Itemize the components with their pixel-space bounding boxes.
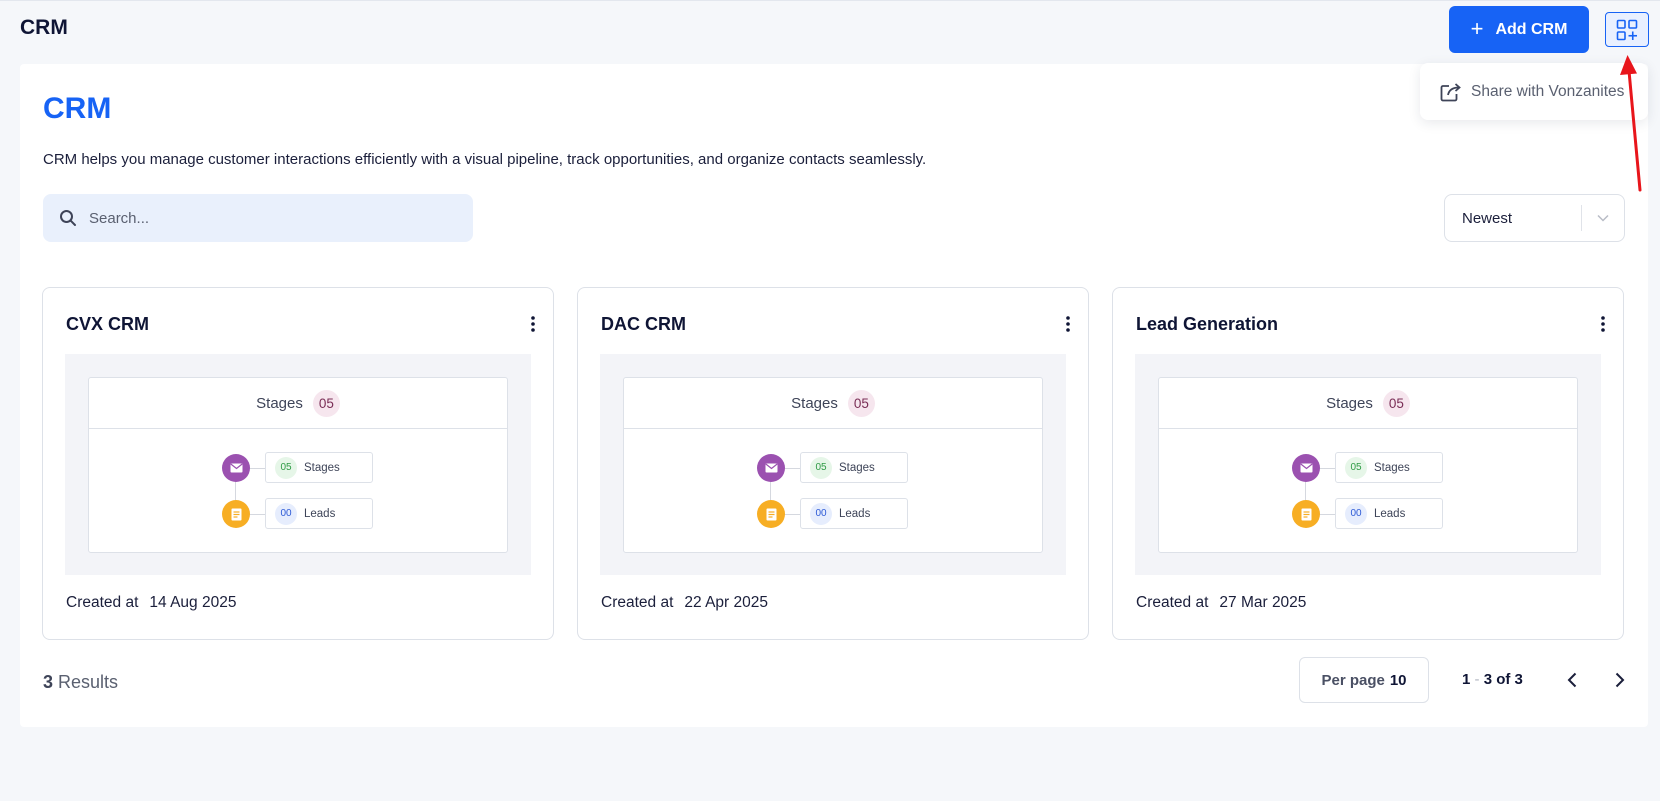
card-title: CVX CRM <box>66 314 150 334</box>
add-crm-button[interactable]: + Add CRM <box>1449 6 1589 53</box>
grid-plus-icon <box>1616 19 1638 40</box>
document-icon <box>222 500 250 528</box>
pipeline-preview-header: Stages 05 <box>1159 378 1577 429</box>
pipeline-preview-box: Stages 05 05 Stages 00 Leads <box>1158 377 1578 553</box>
per-page-label: Per page <box>1321 671 1385 689</box>
stages-chip: 05 Stages <box>1335 452 1443 483</box>
range-dash: - <box>1470 671 1484 688</box>
results-count: 3 Results <box>43 672 118 693</box>
page-header-title: CRM <box>20 16 68 39</box>
mail-icon <box>757 454 785 482</box>
pipeline-preview-header: Stages 05 <box>624 378 1042 429</box>
search-icon <box>60 210 76 226</box>
search-input[interactable] <box>89 209 449 227</box>
share-menu-label: Share with Vonzanites <box>1471 82 1625 100</box>
stages-chip-label: Stages <box>839 461 875 474</box>
leads-chip: 00 Leads <box>800 498 908 529</box>
results-label: Results <box>58 672 119 692</box>
main-title: CRM <box>43 92 112 125</box>
more-vertical-icon[interactable] <box>1066 316 1070 337</box>
mail-icon <box>222 454 250 482</box>
leads-chip-label: Leads <box>304 507 336 520</box>
top-border <box>0 0 1660 1</box>
created-date: 22 Apr 2025 <box>684 594 768 611</box>
next-page-button[interactable] <box>1609 668 1631 692</box>
more-vertical-icon[interactable] <box>1601 316 1605 337</box>
plus-icon: + <box>1470 15 1484 41</box>
stages-count-badge: 05 <box>847 389 875 417</box>
leads-chip-label: Leads <box>1374 507 1406 520</box>
created-info: Created at 14 Aug 2025 <box>66 594 236 612</box>
leads-chip: 00 Leads <box>1335 498 1443 529</box>
crm-card[interactable]: DAC CRM Stages 05 05 Stages 00 Leads Cre… <box>577 287 1089 640</box>
created-info: Created at 27 Mar 2025 <box>1136 594 1306 612</box>
range-rest: 3 of 3 <box>1483 671 1523 688</box>
main-description: CRM helps you manage customer interactio… <box>43 151 927 168</box>
leads-chip-count: 00 <box>1345 502 1367 525</box>
leads-chip-count: 00 <box>810 502 832 525</box>
created-label: Created at <box>66 594 139 611</box>
search-box <box>43 194 473 242</box>
pipeline-preview: Stages 05 05 Stages 00 Leads <box>1135 354 1601 575</box>
per-page-value: 10 <box>1389 671 1407 689</box>
card-title: DAC CRM <box>601 314 686 334</box>
more-vertical-icon[interactable] <box>531 316 535 337</box>
chevron-right-icon <box>1615 672 1625 688</box>
leads-chip: 00 Leads <box>265 498 373 529</box>
leads-chip-count: 00 <box>275 502 297 525</box>
grid-add-button[interactable] <box>1605 12 1649 47</box>
add-crm-label: Add CRM <box>1495 20 1568 38</box>
stages-label: Stages <box>1326 394 1373 412</box>
pipeline-preview-header: Stages 05 <box>89 378 507 429</box>
pagination-range: 1 - 3 of 3 <box>1462 671 1523 688</box>
stages-chip-label: Stages <box>304 461 340 474</box>
created-date: 14 Aug 2025 <box>149 594 237 611</box>
stages-label: Stages <box>791 394 838 412</box>
crm-card[interactable]: Lead Generation Stages 05 05 Stages 00 L… <box>1112 287 1624 640</box>
chevron-left-icon <box>1567 672 1577 688</box>
chevron-down-icon <box>1582 214 1624 222</box>
stages-chip-count: 05 <box>810 456 832 479</box>
created-label: Created at <box>601 594 674 611</box>
pipeline-preview-box: Stages 05 05 Stages 00 Leads <box>88 377 508 553</box>
mail-icon <box>1292 454 1320 482</box>
crm-card[interactable]: CVX CRM Stages 05 05 Stages 00 Leads Cre… <box>42 287 554 640</box>
pipeline-preview-box: Stages 05 05 Stages 00 Leads <box>623 377 1043 553</box>
sort-select[interactable]: Newest <box>1444 194 1625 242</box>
created-date: 27 Mar 2025 <box>1219 594 1307 611</box>
stages-chip-count: 05 <box>275 456 297 479</box>
results-number: 3 <box>43 672 54 692</box>
stages-chip: 05 Stages <box>265 452 373 483</box>
card-title: Lead Generation <box>1136 314 1279 334</box>
crm-panel: CRM CRM helps you manage customer intera… <box>20 64 1648 727</box>
document-icon <box>757 500 785 528</box>
per-page-select[interactable]: Per page 10 <box>1299 657 1429 703</box>
stages-count-badge: 05 <box>1382 389 1410 417</box>
leads-chip-label: Leads <box>839 507 871 520</box>
previous-page-button[interactable] <box>1561 668 1583 692</box>
share-menu-item[interactable]: Share with Vonzanites <box>1420 63 1648 120</box>
sort-selected-value: Newest <box>1462 209 1513 227</box>
share-icon <box>1440 82 1461 101</box>
created-label: Created at <box>1136 594 1209 611</box>
stages-count-badge: 05 <box>312 389 340 417</box>
stages-label: Stages <box>256 394 303 412</box>
stages-chip: 05 Stages <box>800 452 908 483</box>
stages-chip-count: 05 <box>1345 456 1367 479</box>
pipeline-preview: Stages 05 05 Stages 00 Leads <box>65 354 531 575</box>
pipeline-preview: Stages 05 05 Stages 00 Leads <box>600 354 1066 575</box>
created-info: Created at 22 Apr 2025 <box>601 594 768 612</box>
stages-chip-label: Stages <box>1374 461 1410 474</box>
document-icon <box>1292 500 1320 528</box>
